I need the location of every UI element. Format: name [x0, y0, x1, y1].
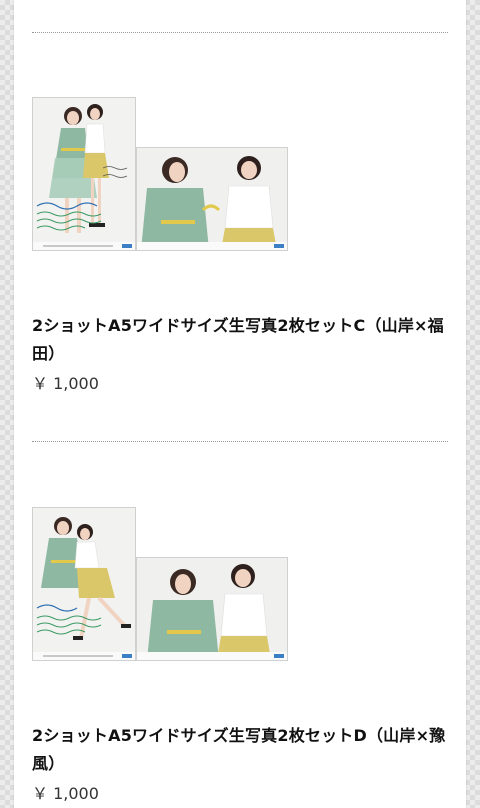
product-price: ￥ 1,000	[32, 784, 99, 803]
product-list: 2ショットA5ワイドサイズ生写真2枚セットC（山岸×福田） ￥ 1,000 2シ…	[14, 0, 466, 808]
photo-landscape	[136, 557, 288, 661]
photo-portrait	[32, 507, 136, 661]
divider	[32, 441, 448, 442]
product-thumbnail[interactable]	[32, 507, 288, 669]
product-title[interactable]: 2ショットA5ワイドサイズ生写真2枚セットC（山岸×福田）	[32, 312, 452, 368]
divider	[32, 32, 448, 33]
product-thumbnail[interactable]	[32, 97, 288, 259]
product-title[interactable]: 2ショットA5ワイドサイズ生写真2枚セットD（山岸×豫風）	[32, 722, 452, 778]
photo-landscape	[136, 147, 288, 251]
photo-portrait	[32, 97, 136, 251]
product-price: ￥ 1,000	[32, 374, 99, 393]
